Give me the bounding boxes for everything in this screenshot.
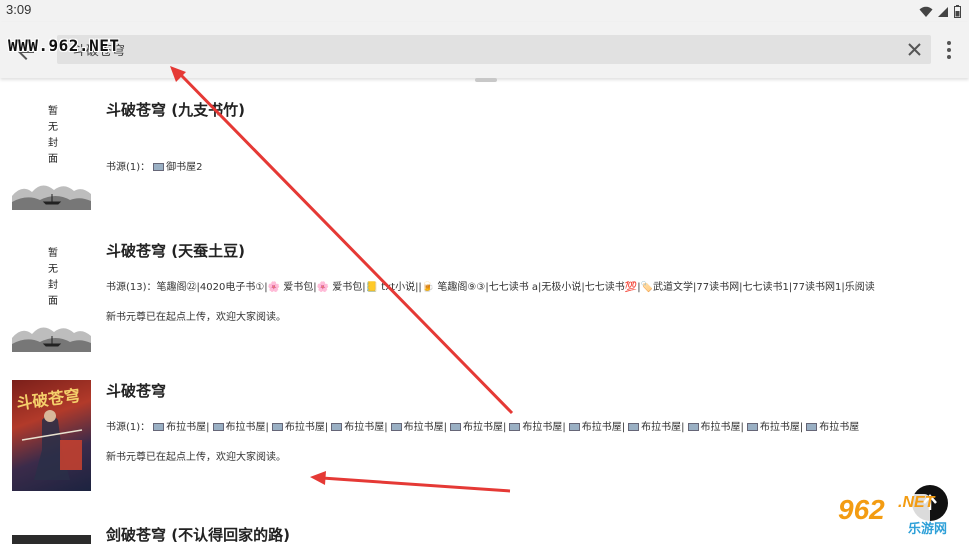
search-box[interactable]: [57, 35, 931, 64]
logo-caption: 乐游网: [908, 522, 948, 537]
book-title: 斗破苍穹 (九支书竹): [106, 101, 245, 119]
more-options-button[interactable]: [943, 38, 955, 62]
source-item: 布拉书屋: [625, 422, 681, 433]
book-sources: 书源(1)： 御书屋2: [106, 162, 203, 173]
book-icon: [568, 423, 580, 431]
more-vert-icon: [947, 41, 951, 59]
source-item: 布拉书屋: [447, 422, 503, 433]
book-cover-placeholder: 暂无封面: [12, 100, 91, 210]
cover-placeholder-text: 暂无封面: [48, 106, 58, 165]
book-intro: 新书元尊已在起点上传，欢迎大家阅读。: [106, 312, 286, 323]
cover-placeholder-text: 暂无封面: [48, 248, 58, 307]
site-logo: 962 .NET 乐游网: [832, 492, 964, 542]
book-icon: [271, 423, 283, 431]
book-icon: [509, 423, 521, 431]
book-cover-placeholder: 暂无封面: [12, 242, 91, 352]
logo-brand: 962: [838, 494, 885, 525]
book-sources: 书源(1)： 布拉书屋| 布拉书屋| 布拉书屋| 布拉书屋| 布拉书屋| 布拉书屋| 布拉书屋…: [106, 422, 860, 433]
book-title: 斗破苍穹: [106, 382, 167, 400]
ink-landscape-icon: [12, 185, 91, 210]
status-time: 3:09: [6, 2, 32, 17]
book-icon: [390, 423, 402, 431]
book-icon: [687, 423, 699, 431]
result-item-2[interactable]: 暂无封面 斗破苍穹 (天蚕土豆) 书源(13)：笔趣阁㉒|4020电子书①|🌸 …: [0, 222, 969, 362]
source-item: 布拉书屋: [328, 422, 384, 433]
source-item: 布拉书屋: [803, 422, 859, 433]
book-icon: [628, 423, 640, 431]
result-item-1[interactable]: 暂无封面 斗破苍穹 (九支书竹) 书源(1)： 御书屋2: [0, 82, 969, 222]
book-title: 剑破苍穹 (不认得回家的路): [106, 526, 290, 544]
result-item-3[interactable]: 斗破苍穹 斗破苍穹 书源(1)： 布拉书屋| 布拉书屋| 布拉书屋| 布拉书屋| 布拉书屋…: [0, 362, 969, 507]
close-icon: [908, 43, 921, 56]
source-item: 布拉书屋: [506, 422, 562, 433]
book-icon: [746, 423, 758, 431]
clear-search-button[interactable]: [906, 41, 923, 58]
result-item-4[interactable]: 剑破苍穹 (不认得回家的路): [0, 507, 969, 544]
status-icons: [919, 3, 961, 22]
search-input[interactable]: [73, 35, 893, 64]
source-item: 布拉书屋: [566, 422, 622, 433]
book-cover-image: 斗破苍穹: [12, 380, 91, 491]
book-title: 斗破苍穹 (天蚕土豆): [106, 242, 245, 260]
source-item: 布拉书屋: [744, 422, 800, 433]
search-toolbar: [0, 22, 969, 78]
source-item: 布拉书屋: [210, 422, 266, 433]
book-icon: [806, 423, 818, 431]
status-bar: 3:09: [0, 0, 969, 22]
source-icon: [153, 163, 165, 171]
source-item: 布拉书屋: [685, 422, 741, 433]
source-item: 布拉书屋: [388, 422, 444, 433]
warrior-figure-icon: [21, 410, 83, 480]
ink-landscape-icon: [12, 327, 91, 352]
book-icon: [212, 423, 224, 431]
site-watermark: WWW.962.NET: [8, 36, 120, 55]
source-item: 布拉书屋: [150, 422, 206, 433]
battery-icon: [954, 3, 961, 22]
logo-suffix: .NET: [898, 494, 935, 511]
signal-icon: [938, 3, 949, 22]
book-sources: 书源(13)：笔趣阁㉒|4020电子书①|🌸 爱书包|🌸 爱书包|📒 txt小说…: [106, 282, 875, 293]
wifi-icon: [919, 3, 933, 22]
book-icon: [331, 423, 343, 431]
book-intro: 新书元尊已在起点上传，欢迎大家阅读。: [106, 452, 286, 463]
book-icon: [450, 423, 462, 431]
book-cover-image: [12, 535, 91, 544]
book-icon: [153, 423, 165, 431]
source-item: 布拉书屋: [269, 422, 325, 433]
